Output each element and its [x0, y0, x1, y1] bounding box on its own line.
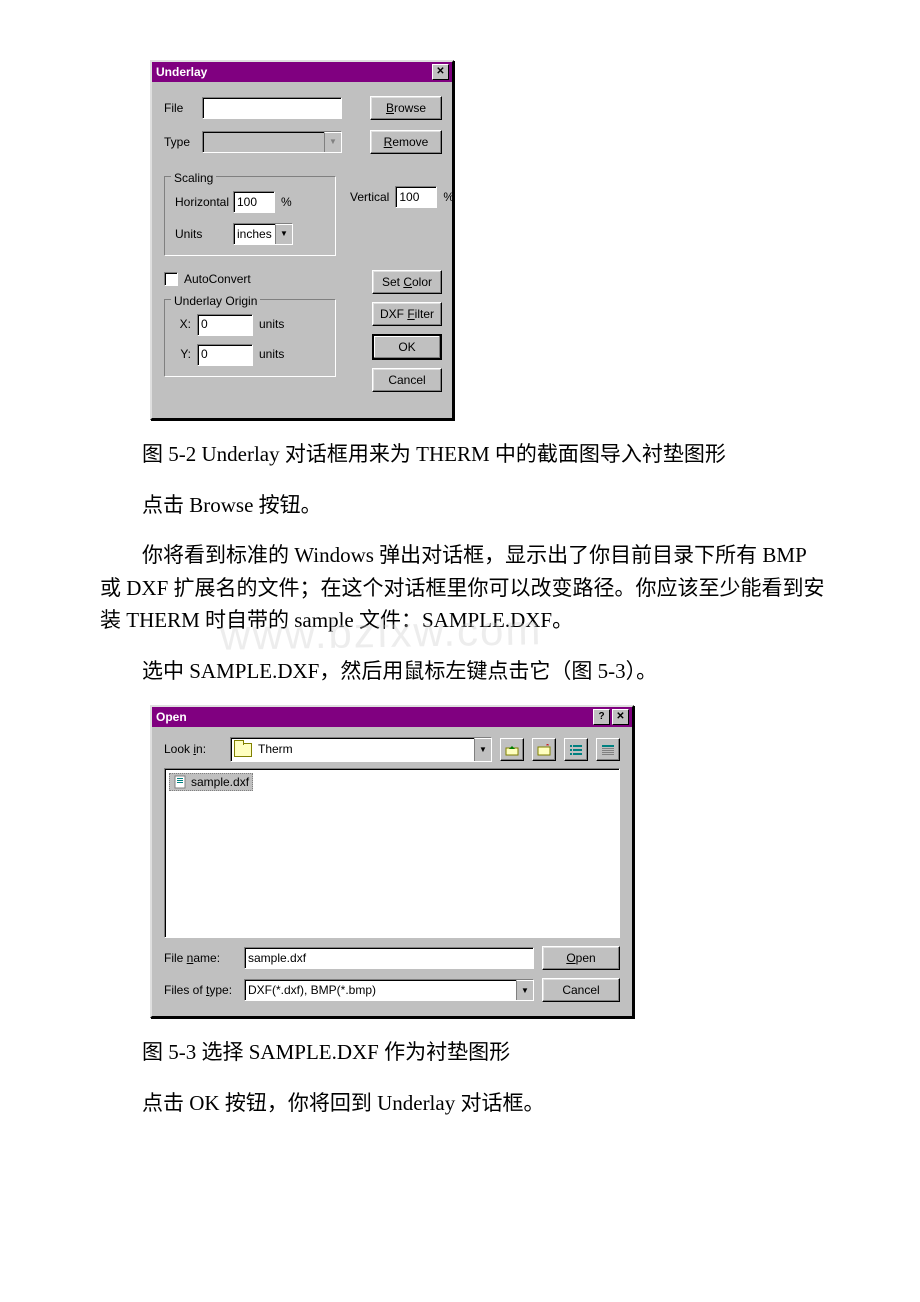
y-units-label: units [259, 345, 284, 364]
chevron-down-icon[interactable]: ▼ [474, 738, 491, 761]
percent-label: % [281, 193, 292, 212]
figure-caption-2: 图 5-3 选择 SAMPLE.DXF 作为衬垫图形 [100, 1036, 830, 1069]
file-type-label: Files of type: [164, 981, 236, 1000]
chevron-down-icon[interactable]: ▼ [516, 980, 533, 1000]
horizontal-input[interactable]: 100 [233, 191, 275, 213]
units-label: Units [175, 225, 227, 244]
svg-text:*: * [546, 744, 549, 751]
set-color-button[interactable]: Set Color [372, 270, 442, 294]
main-description: 你将看到标准的 Windows 弹出对话框，显示出了你目前目录下所有 BMP 或… [100, 539, 830, 637]
new-folder-icon[interactable]: * [532, 738, 556, 761]
cancel-button[interactable]: Cancel [372, 368, 442, 392]
chevron-down-icon[interactable]: ▼ [324, 132, 341, 152]
open-cancel-button[interactable]: Cancel [542, 978, 620, 1002]
dxf-filter-button[interactable]: DXF Filter [372, 302, 442, 326]
underlay-titlebar: Underlay ✕ [152, 62, 452, 82]
underlay-dialog: Underlay ✕ File Browse Type ▼ [150, 60, 454, 420]
vertical-input[interactable]: 100 [395, 186, 437, 208]
percent-label-2: % [443, 188, 454, 207]
instruction-click-browse: 点击 Browse 按钮。 [100, 489, 830, 522]
type-label: Type [164, 133, 194, 152]
list-view-icon[interactable] [564, 738, 588, 761]
file-name-label: File name: [164, 949, 236, 968]
open-dialog: Open ? ✕ Look in: Therm ▼ * [150, 705, 634, 1018]
file-item-sample[interactable]: sample.dxf [169, 773, 253, 791]
open-title: Open [156, 708, 187, 727]
horizontal-label: Horizontal [175, 193, 227, 212]
file-name-input[interactable]: sample.dxf [244, 947, 534, 969]
instruction-click-ok: 点击 OK 按钮，你将回到 Underlay 对话框。 [100, 1087, 830, 1120]
instruction-select-sample: 选中 SAMPLE.DXF，然后用鼠标左键点击它（图 5-3）。 [100, 655, 830, 688]
look-in-label: Look in: [164, 740, 222, 759]
x-label: X: [175, 315, 191, 334]
close-icon[interactable]: ✕ [432, 64, 449, 80]
file-type-select[interactable]: DXF(*.dxf), BMP(*.bmp) ▼ [244, 979, 534, 1001]
remove-button[interactable]: Remove [370, 130, 442, 154]
folder-icon [234, 743, 252, 757]
origin-legend: Underlay Origin [171, 292, 260, 311]
x-units-label: units [259, 315, 284, 334]
autoconvert-label: AutoConvert [184, 270, 251, 289]
y-label: Y: [175, 345, 191, 364]
x-input[interactable]: 0 [197, 314, 253, 336]
close-icon[interactable]: ✕ [612, 709, 629, 725]
open-titlebar: Open ? ✕ [152, 707, 632, 727]
open-button[interactable]: Open [542, 946, 620, 970]
scaling-legend: Scaling [171, 169, 216, 188]
details-view-icon[interactable] [596, 738, 620, 761]
vertical-label: Vertical [350, 188, 389, 207]
file-list-pane[interactable]: sample.dxf [164, 768, 620, 938]
look-in-select[interactable]: Therm ▼ [230, 737, 492, 762]
autoconvert-checkbox[interactable] [164, 272, 178, 286]
file-icon [173, 775, 187, 789]
up-one-level-icon[interactable] [500, 738, 524, 761]
ok-button[interactable]: OK [372, 334, 442, 360]
figure-caption-1: 图 5-2 Underlay 对话框用来为 THERM 中的截面图导入衬垫图形 [100, 438, 830, 471]
help-icon[interactable]: ? [593, 709, 610, 725]
units-select[interactable]: inches ▼ [233, 223, 293, 245]
chevron-down-icon[interactable]: ▼ [275, 224, 292, 244]
file-item-label: sample.dxf [191, 773, 249, 792]
file-label: File [164, 99, 194, 118]
underlay-title: Underlay [156, 63, 207, 82]
type-select[interactable]: ▼ [202, 131, 342, 153]
y-input[interactable]: 0 [197, 344, 253, 366]
file-input[interactable] [202, 97, 342, 119]
browse-button[interactable]: Browse [370, 96, 442, 120]
